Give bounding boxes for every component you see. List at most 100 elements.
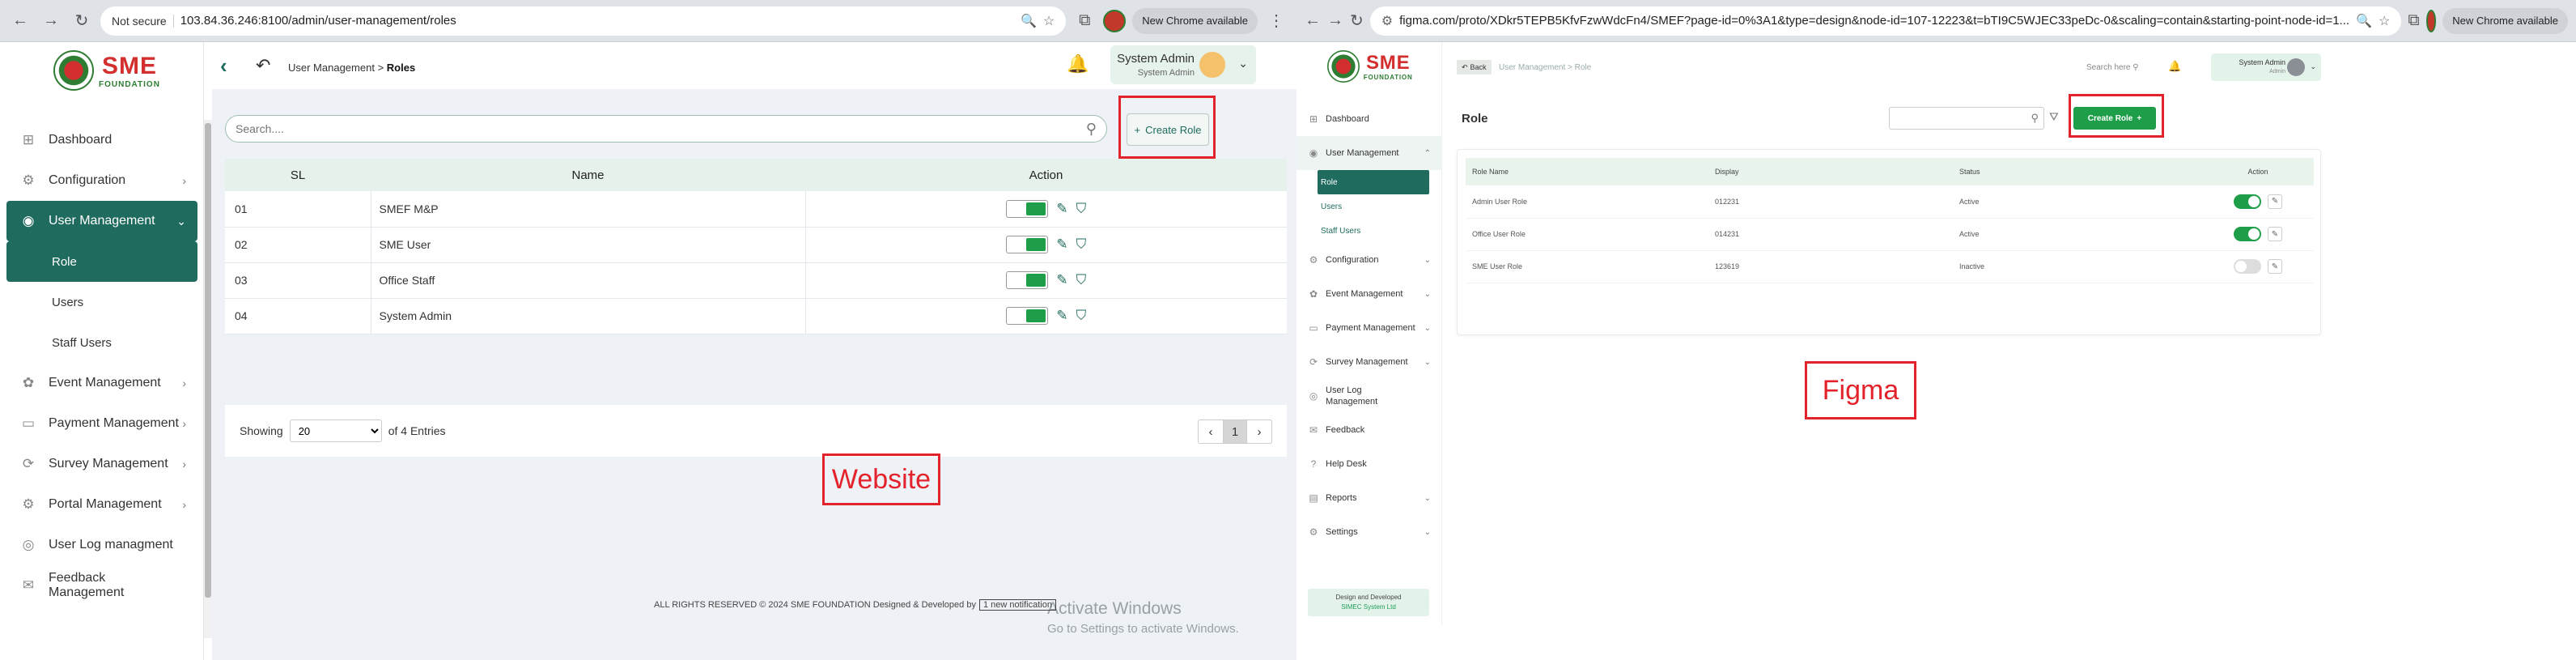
bell-icon[interactable]: 🔔 [2168,60,2181,73]
sidebar-item-user-management[interactable]: ◉ User Management ⌄ [6,201,197,241]
next-page-icon[interactable]: › [1247,420,1271,443]
new-chrome-available-button[interactable]: New Chrome available [1132,7,1258,34]
bookmark-star-icon[interactable]: ☆ [2379,13,2390,29]
sidebar-item-reports[interactable]: ▤ Reports ⌄ [1296,481,1442,515]
address-bar[interactable]: ⚙ figma.com/proto/XDkr5TEPB5KfvFzwWdcFn4… [1369,6,2402,36]
shield-icon[interactable]: ⛉ [1076,236,1087,253]
reload-icon[interactable]: ↻ [70,9,94,33]
sme-logo[interactable]: SME FOUNDATION [1327,50,1413,83]
bell-icon[interactable]: 🔔 [1067,53,1089,75]
zoom-icon[interactable]: 🔍 [1021,13,1037,29]
sidebar-item-feedback-management[interactable]: ✉ Feedback Management [6,565,197,606]
url-text[interactable]: 103.84.36.246:8100/admin/user-management… [180,14,1014,28]
edit-icon[interactable]: ✎ [2268,259,2282,274]
address-bar[interactable]: Not secure 103.84.36.246:8100/admin/user… [100,6,1067,36]
status-toggle[interactable] [1006,271,1049,289]
status-toggle[interactable] [2234,227,2261,241]
back-label: Back [1470,63,1487,71]
breadcrumb-parent[interactable]: User Management [1499,63,1565,72]
sidebar-item-portal-management[interactable]: ⚙ Portal Management › [6,484,197,525]
user-menu[interactable]: System Admin Admin ⌄ [2211,53,2321,81]
edit-icon[interactable]: ✎ [1056,272,1067,288]
forward-arrow-icon[interactable]: → [1327,9,1343,33]
notification-popup[interactable]: 1 new notification [978,599,1056,611]
edit-icon[interactable]: ✎ [2268,194,2282,209]
status-toggle[interactable] [2234,194,2261,209]
sidebar-item-staff-users[interactable]: Staff Users [6,322,197,363]
edit-icon[interactable]: ✎ [1056,236,1067,253]
search-input[interactable] [236,122,1086,135]
breadcrumb-parent[interactable]: User Management [288,62,375,74]
sidebar-item-configuration[interactable]: ⚙ Configuration ⌄ [1296,243,1442,277]
sidebar-item-label: Settings [1326,527,1358,537]
sidebar-item-user-log[interactable]: ◎ User Log managment [6,525,197,565]
sidebar-item-users[interactable]: Users [6,282,197,322]
status-toggle[interactable] [1006,199,1049,218]
sidebar-item-configuration[interactable]: ⚙ Configuration › [6,160,197,201]
profile-avatar[interactable] [2425,9,2437,32]
sidebar-item-help-desk[interactable]: ? Help Desk [1296,447,1442,481]
filter-icon[interactable]: ⛛ [2049,110,2059,124]
bookmark-star-icon[interactable]: ☆ [1043,13,1055,29]
back-arrow-icon[interactable]: ← [1305,9,1321,33]
per-page-select[interactable]: 20 [289,419,382,442]
back-arrow-icon[interactable]: ← [8,9,32,33]
sidebar-item-staff-users[interactable]: Staff Users [1296,219,1442,243]
search-input[interactable]: ⚲ [1889,107,2044,130]
breadcrumb: User Management > Role [1499,63,1592,72]
site-info-icon[interactable]: ⚙ [1381,13,1393,29]
status-toggle[interactable] [1006,236,1049,253]
sidebar-item-role[interactable]: Role [1318,170,1429,194]
edit-icon[interactable]: ✎ [2268,227,2282,241]
search-here[interactable]: Search here ⚲ [2086,63,2139,72]
sidebar-scrollbar[interactable] [204,120,212,638]
sidebar-item-feedback[interactable]: ✉ Feedback [1296,413,1442,447]
sidebar-item-role[interactable]: Role [6,241,197,282]
user-menu[interactable]: System Admin System Admin ⌄ [1110,45,1256,84]
status-toggle[interactable] [2234,259,2261,274]
sidebar-item-survey-management[interactable]: ⟳ Survey Management › [6,444,197,484]
annotation-label-website: Website [822,453,940,505]
extensions-icon[interactable]: ⧉ [1072,9,1097,33]
page-number[interactable]: 1 [1223,420,1247,443]
row-display: 123619 [1708,250,1953,283]
status-toggle[interactable] [1006,307,1049,325]
chevron-right-icon: › [182,458,186,471]
edit-icon[interactable]: ✎ [1056,308,1067,324]
search-icon[interactable]: ⚲ [1086,121,1097,138]
extensions-icon[interactable]: ⧉ [2408,9,2419,33]
website-sidebar: SME FOUNDATION ⊞ Dashboard ⚙ Configuration… [0,42,204,660]
sidebar-item-payment-management[interactable]: ▭ Payment Management ⌄ [1296,311,1442,345]
forward-arrow-icon[interactable]: → [39,9,63,33]
back-button[interactable]: ↶ Back [1457,60,1492,75]
search-bar: ⚲ [225,115,1107,143]
sidebar-item-event-management[interactable]: ✿ Event Management ⌄ [1296,277,1442,311]
shield-icon[interactable]: ⛉ [1076,308,1087,324]
edit-icon[interactable]: ✎ [1056,201,1067,217]
undo-back-icon[interactable]: ↶ [256,55,270,76]
sidebar-item-settings[interactable]: ⚙ Settings ⌄ [1296,515,1442,549]
search-here-label: Search here [2086,63,2131,72]
chrome-menu-icon[interactable]: ⋮ [1264,9,1288,33]
sidebar-item-users[interactable]: Users [1296,194,1442,219]
sidebar-item-payment-management[interactable]: ▭ Payment Management › [6,403,197,444]
sidebar-item-user-log[interactable]: ◎ User Log Management [1296,379,1442,413]
zoom-icon[interactable]: 🔍 [2356,13,2372,29]
sidebar-item-survey-management[interactable]: ⟳ Survey Management ⌄ [1296,345,1442,379]
sme-logo[interactable]: SME FOUNDATION [53,50,160,91]
sidebar-item-user-management[interactable]: ◉ User Management ⌃ [1296,136,1442,170]
scrollbar-thumb[interactable] [205,123,211,598]
copyright-footer: ALL RIGHTS RESERVED © 2024 SME FOUNDATIO… [654,599,1056,611]
profile-avatar[interactable] [1103,9,1127,32]
url-text[interactable]: figma.com/proto/XDkr5TEPB5KfvFzwWdcFn4/S… [1399,14,2349,28]
shield-icon[interactable]: ⛉ [1076,272,1087,288]
sidebar-item-dashboard[interactable]: ⊞ Dashboard [6,120,197,160]
collapse-sidebar-icon[interactable]: ‹ [220,53,227,79]
prev-page-icon[interactable]: ‹ [1199,420,1223,443]
sidebar-item-dashboard[interactable]: ⊞ Dashboard [1296,102,1442,136]
shield-icon[interactable]: ⛉ [1076,201,1087,217]
not-secure-badge[interactable]: Not secure [112,14,174,28]
reload-icon[interactable]: ↻ [1350,9,1364,33]
sidebar-item-event-management[interactable]: ✿ Event Management › [6,363,197,403]
new-chrome-available-button[interactable]: New Chrome available [2442,7,2568,34]
